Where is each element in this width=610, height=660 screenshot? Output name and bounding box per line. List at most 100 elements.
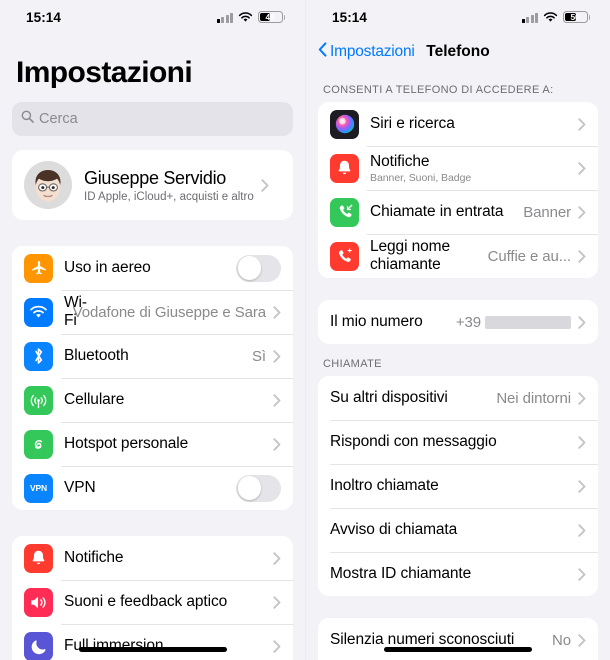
chevron-right-icon	[578, 315, 586, 329]
chevron-right-icon	[578, 205, 586, 219]
row-label: Siri e ricerca	[370, 115, 455, 132]
chevron-right-icon	[273, 349, 281, 363]
back-button[interactable]: Impostazioni	[318, 42, 415, 62]
row-label: Bluetooth	[64, 347, 129, 364]
profile-text: Giuseppe Servidio ID Apple, iCloud+, acq…	[84, 168, 254, 203]
row-label: VPN	[64, 479, 96, 496]
chevron-right-icon	[578, 249, 586, 263]
settings-row-inoltro-chiamate[interactable]: Inoltro chiamate	[318, 464, 598, 508]
settings-row-suoni-e-feedback-aptico[interactable]: Suoni e feedback aptico	[12, 580, 293, 624]
chevron-right-icon	[261, 178, 269, 192]
row-text: Inoltro chiamate	[330, 477, 571, 495]
chevron-right-icon	[578, 523, 586, 537]
row-label: Notifiche	[64, 549, 124, 566]
chevron-right-icon	[578, 117, 586, 131]
sound-speaker-icon	[24, 587, 53, 617]
row-label: Leggi nome chiamante	[370, 238, 451, 273]
row-text: Hotspot personale	[64, 435, 266, 453]
battery-icon: 49	[258, 10, 286, 24]
settings-row-il-mio-numero[interactable]: Il mio numero +39	[318, 300, 598, 344]
nav-title-text: Telefono	[426, 43, 490, 60]
row-label: Mostra ID chiamante	[330, 565, 472, 582]
avatar	[24, 161, 72, 209]
settings-group: Siri e ricerca Notifiche Banner, Suoni, Ba…	[318, 102, 598, 278]
row-text: VPN	[64, 479, 236, 497]
row-label: Cellulare	[64, 391, 125, 408]
settings-row-siri-e-ricerca[interactable]: Siri e ricerca	[318, 102, 598, 146]
settings-main-panel: 15:14 49 Impostazioni Cerca Giuseppe Ser…	[0, 0, 305, 660]
settings-row-avviso-di-chiamata[interactable]: Avviso di chiamata	[318, 508, 598, 552]
status-time: 15:14	[332, 9, 368, 25]
settings-row-mostra-id-chiamante[interactable]: Mostra ID chiamante	[318, 552, 598, 596]
back-button-label: Impostazioni	[330, 43, 415, 60]
row-value: No	[552, 631, 571, 649]
dual-screenshot-container: 15:14 49 Impostazioni Cerca Giuseppe Ser…	[0, 0, 610, 660]
settings-row-wi-fi[interactable]: Wi-Fi Vodafone di Giuseppe e Sara	[12, 290, 293, 334]
status-bar-right: 15:14 50	[306, 0, 610, 34]
settings-row-hotspot-personale[interactable]: Hotspot personale	[12, 422, 293, 466]
chevron-right-icon	[578, 633, 586, 647]
row-text: Full immersion	[64, 637, 266, 655]
settings-row-notifiche[interactable]: Notifiche Banner, Suoni, Badge	[318, 146, 598, 190]
page-title: Impostazioni	[16, 56, 193, 89]
incoming-call-icon	[330, 197, 359, 227]
settings-row-cellulare[interactable]: Cellulare	[12, 378, 293, 422]
phone-settings-panel: 15:14 50 Impostazioni Telefono CONSENTI …	[305, 0, 610, 660]
search-icon	[21, 110, 34, 128]
chevron-right-icon	[273, 595, 281, 609]
row-text: Rispondi con messaggio	[330, 433, 571, 451]
row-value: Vodafone di Giuseppe e Sara	[72, 303, 266, 321]
toggle-switch[interactable]	[236, 474, 281, 502]
settings-row-notifiche[interactable]: Notifiche	[12, 536, 293, 580]
chevron-right-icon	[578, 435, 586, 449]
profile-name: Giuseppe Servidio	[84, 167, 226, 188]
row-label: Full immersion	[64, 637, 164, 654]
settings-row-uso-in-aereo[interactable]: Uso in aereo	[12, 246, 293, 290]
navigation-bar: Impostazioni Telefono	[306, 34, 610, 70]
settings-row-su-altri-dispositivi[interactable]: Su altri dispositivi Nei dintorni	[318, 376, 598, 420]
search-input[interactable]: Cerca	[12, 102, 293, 136]
settings-group-notifications: Notifiche Suoni e feedback aptico Full imm…	[12, 536, 293, 660]
settings-row-silenzia-numeri-sconosciuti[interactable]: Silenzia numeri sconosciuti No	[318, 618, 598, 660]
row-label: Chiamate in entrata	[370, 203, 504, 220]
status-indicators: 50	[521, 10, 591, 24]
cellular-signal-icon	[521, 12, 538, 23]
section-header: CHIAMATE	[323, 358, 382, 370]
row-label: Suoni e feedback aptico	[64, 593, 228, 610]
row-text: Siri e ricerca	[370, 115, 571, 133]
toggle-switch[interactable]	[236, 254, 281, 282]
row-text: Cellulare	[64, 391, 266, 409]
settings-row-bluetooth[interactable]: Bluetooth Sì	[12, 334, 293, 378]
chevron-right-icon	[273, 437, 281, 451]
row-value: +39	[449, 314, 571, 331]
row-label: Avviso di chiamata	[330, 521, 458, 538]
apple-id-profile-row[interactable]: Giuseppe Servidio ID Apple, iCloud+, acq…	[12, 150, 293, 220]
battery-percent: 49	[265, 12, 275, 22]
row-label: Hotspot personale	[64, 435, 189, 452]
status-time: 15:14	[26, 9, 62, 25]
row-text: Su altri dispositivi	[330, 389, 489, 407]
wifi-icon	[24, 297, 53, 327]
settings-row-chiamate-in-entrata[interactable]: Chiamate in entrata Banner	[318, 190, 598, 234]
settings-row-vpn[interactable]: VPN VPN	[12, 466, 293, 510]
row-label: Su altri dispositivi	[330, 389, 448, 406]
settings-row-full-immersion[interactable]: Full immersion	[12, 624, 293, 660]
row-text: Chiamate in entrata	[370, 203, 516, 221]
settings-row-leggi-nome-chiamante[interactable]: Leggi nome chiamante Cuffie e au...	[318, 234, 598, 278]
notifications-bell-icon	[24, 543, 53, 573]
section-header: CONSENTI A TELEFONO DI ACCEDERE A:	[323, 84, 554, 96]
row-text: Leggi nome chiamante	[370, 238, 481, 274]
settings-row-rispondi-con-messaggio[interactable]: Rispondi con messaggio	[318, 420, 598, 464]
announce-call-icon	[330, 241, 359, 271]
settings-group: Il mio numero +39	[318, 300, 598, 344]
chevron-left-icon	[318, 42, 327, 62]
vpn-icon: VPN	[24, 473, 53, 503]
row-text: Notifiche Banner, Suoni, Badge	[370, 153, 571, 184]
chevron-right-icon	[273, 639, 281, 653]
row-label: Rispondi con messaggio	[330, 433, 497, 450]
profile-subtitle: ID Apple, iCloud+, acquisti e altro	[84, 190, 254, 203]
home-indicator-left	[78, 647, 227, 652]
settings-group: Silenzia numeri sconosciutiNoBlocco chia…	[318, 618, 598, 660]
row-sublabel: Banner, Suoni, Badge	[370, 171, 472, 184]
